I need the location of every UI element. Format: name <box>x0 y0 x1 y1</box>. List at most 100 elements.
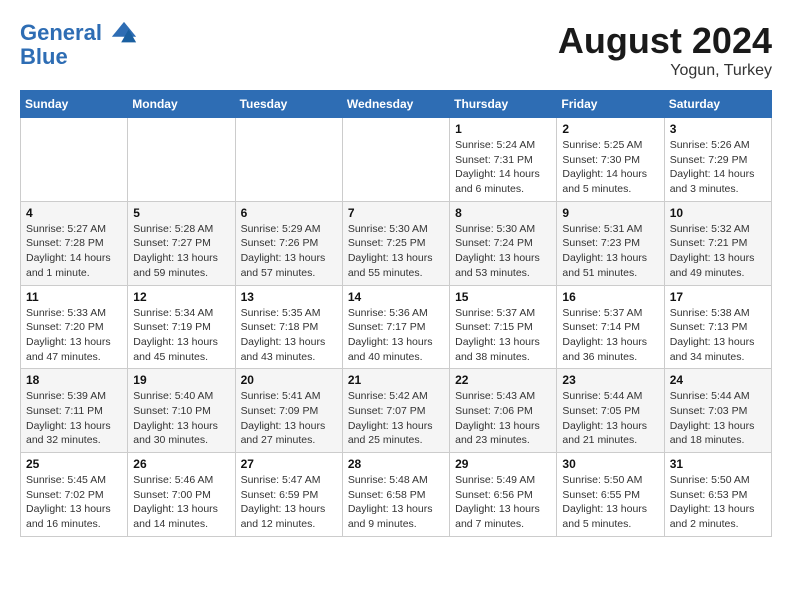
day-info: Sunrise: 5:41 AM Sunset: 7:09 PM Dayligh… <box>241 389 337 448</box>
weekday-header-tuesday: Tuesday <box>235 91 342 118</box>
day-info: Sunrise: 5:27 AM Sunset: 7:28 PM Dayligh… <box>26 222 122 281</box>
page-header: General Blue August 2024 Yogun, Turkey <box>20 20 772 80</box>
day-info: Sunrise: 5:44 AM Sunset: 7:03 PM Dayligh… <box>670 389 766 448</box>
calendar-cell: 20 Sunrise: 5:41 AM Sunset: 7:09 PM Dayli… <box>235 369 342 453</box>
day-info: Sunrise: 5:32 AM Sunset: 7:21 PM Dayligh… <box>670 222 766 281</box>
calendar-cell: 18 Sunrise: 5:39 AM Sunset: 7:11 PM Dayli… <box>21 369 128 453</box>
weekday-header-wednesday: Wednesday <box>342 91 449 118</box>
calendar-cell: 14 Sunrise: 5:36 AM Sunset: 7:17 PM Dayli… <box>342 285 449 369</box>
calendar-cell: 2 Sunrise: 5:25 AM Sunset: 7:30 PM Daylig… <box>557 118 664 202</box>
day-info: Sunrise: 5:24 AM Sunset: 7:31 PM Dayligh… <box>455 138 551 197</box>
month-title: August 2024 <box>558 20 772 62</box>
day-info: Sunrise: 5:42 AM Sunset: 7:07 PM Dayligh… <box>348 389 444 448</box>
day-info: Sunrise: 5:45 AM Sunset: 7:02 PM Dayligh… <box>26 473 122 532</box>
day-info: Sunrise: 5:29 AM Sunset: 7:26 PM Dayligh… <box>241 222 337 281</box>
day-number: 20 <box>241 373 337 387</box>
calendar-cell <box>128 118 235 202</box>
weekday-header-sunday: Sunday <box>21 91 128 118</box>
day-number: 19 <box>133 373 229 387</box>
day-info: Sunrise: 5:40 AM Sunset: 7:10 PM Dayligh… <box>133 389 229 448</box>
calendar-table: SundayMondayTuesdayWednesdayThursdayFrid… <box>20 90 772 537</box>
day-info: Sunrise: 5:44 AM Sunset: 7:05 PM Dayligh… <box>562 389 658 448</box>
calendar-cell: 22 Sunrise: 5:43 AM Sunset: 7:06 PM Dayli… <box>450 369 557 453</box>
calendar-cell: 24Sunrise: 5:44 AM Sunset: 7:03 PM Dayli… <box>664 369 771 453</box>
day-info: Sunrise: 5:48 AM Sunset: 6:58 PM Dayligh… <box>348 473 444 532</box>
day-info: Sunrise: 5:31 AM Sunset: 7:23 PM Dayligh… <box>562 222 658 281</box>
calendar-cell: 29 Sunrise: 5:49 AM Sunset: 6:56 PM Dayli… <box>450 453 557 537</box>
calendar-cell: 26 Sunrise: 5:46 AM Sunset: 7:00 PM Dayli… <box>128 453 235 537</box>
calendar-cell: 10 Sunrise: 5:32 AM Sunset: 7:21 PM Dayli… <box>664 201 771 285</box>
day-number: 12 <box>133 290 229 304</box>
day-info: Sunrise: 5:50 AM Sunset: 6:53 PM Dayligh… <box>670 473 766 532</box>
day-number: 9 <box>562 206 658 220</box>
calendar-cell: 23 Sunrise: 5:44 AM Sunset: 7:05 PM Dayli… <box>557 369 664 453</box>
day-info: Sunrise: 5:26 AM Sunset: 7:29 PM Dayligh… <box>670 138 766 197</box>
day-info: Sunrise: 5:43 AM Sunset: 7:06 PM Dayligh… <box>455 389 551 448</box>
day-info: Sunrise: 5:37 AM Sunset: 7:15 PM Dayligh… <box>455 306 551 365</box>
day-number: 10 <box>670 206 766 220</box>
day-number: 2 <box>562 122 658 136</box>
calendar-cell: 21 Sunrise: 5:42 AM Sunset: 7:07 PM Dayli… <box>342 369 449 453</box>
day-info: Sunrise: 5:39 AM Sunset: 7:11 PM Dayligh… <box>26 389 122 448</box>
day-info: Sunrise: 5:30 AM Sunset: 7:24 PM Dayligh… <box>455 222 551 281</box>
weekday-header-saturday: Saturday <box>664 91 771 118</box>
calendar-cell: 30 Sunrise: 5:50 AM Sunset: 6:55 PM Dayli… <box>557 453 664 537</box>
day-number: 1 <box>455 122 551 136</box>
weekday-header-friday: Friday <box>557 91 664 118</box>
weekday-header-monday: Monday <box>128 91 235 118</box>
calendar-cell: 5Sunrise: 5:28 AM Sunset: 7:27 PM Daylig… <box>128 201 235 285</box>
calendar-cell: 11 Sunrise: 5:33 AM Sunset: 7:20 PM Dayli… <box>21 285 128 369</box>
calendar-cell: 25 Sunrise: 5:45 AM Sunset: 7:02 PM Dayli… <box>21 453 128 537</box>
calendar-cell: 9 Sunrise: 5:31 AM Sunset: 7:23 PM Daylig… <box>557 201 664 285</box>
calendar-cell: 27Sunrise: 5:47 AM Sunset: 6:59 PM Dayli… <box>235 453 342 537</box>
day-number: 25 <box>26 457 122 471</box>
day-number: 3 <box>670 122 766 136</box>
day-number: 22 <box>455 373 551 387</box>
calendar-cell: 7 Sunrise: 5:30 AM Sunset: 7:25 PM Daylig… <box>342 201 449 285</box>
day-number: 6 <box>241 206 337 220</box>
day-number: 28 <box>348 457 444 471</box>
day-number: 23 <box>562 373 658 387</box>
calendar-cell: 17 Sunrise: 5:38 AM Sunset: 7:13 PM Dayli… <box>664 285 771 369</box>
calendar-cell: 13 Sunrise: 5:35 AM Sunset: 7:18 PM Dayli… <box>235 285 342 369</box>
day-info: Sunrise: 5:49 AM Sunset: 6:56 PM Dayligh… <box>455 473 551 532</box>
calendar-cell: 15Sunrise: 5:37 AM Sunset: 7:15 PM Dayli… <box>450 285 557 369</box>
day-number: 14 <box>348 290 444 304</box>
day-number: 31 <box>670 457 766 471</box>
calendar-cell: 19 Sunrise: 5:40 AM Sunset: 7:10 PM Dayli… <box>128 369 235 453</box>
day-number: 17 <box>670 290 766 304</box>
calendar-cell: 28 Sunrise: 5:48 AM Sunset: 6:58 PM Dayli… <box>342 453 449 537</box>
calendar-cell: 6 Sunrise: 5:29 AM Sunset: 7:26 PM Daylig… <box>235 201 342 285</box>
calendar-cell: 12Sunrise: 5:34 AM Sunset: 7:19 PM Dayli… <box>128 285 235 369</box>
calendar-cell: 1 Sunrise: 5:24 AM Sunset: 7:31 PM Daylig… <box>450 118 557 202</box>
day-number: 26 <box>133 457 229 471</box>
day-info: Sunrise: 5:33 AM Sunset: 7:20 PM Dayligh… <box>26 306 122 365</box>
day-number: 8 <box>455 206 551 220</box>
day-info: Sunrise: 5:47 AM Sunset: 6:59 PM Dayligh… <box>241 473 337 532</box>
calendar-cell <box>342 118 449 202</box>
title-block: August 2024 Yogun, Turkey <box>558 20 772 80</box>
day-number: 5 <box>133 206 229 220</box>
calendar-cell <box>21 118 128 202</box>
day-info: Sunrise: 5:30 AM Sunset: 7:25 PM Dayligh… <box>348 222 444 281</box>
day-number: 16 <box>562 290 658 304</box>
day-info: Sunrise: 5:25 AM Sunset: 7:30 PM Dayligh… <box>562 138 658 197</box>
day-number: 11 <box>26 290 122 304</box>
location-subtitle: Yogun, Turkey <box>558 62 772 80</box>
day-number: 18 <box>26 373 122 387</box>
day-number: 4 <box>26 206 122 220</box>
logo: General Blue <box>20 20 138 70</box>
day-number: 13 <box>241 290 337 304</box>
day-number: 30 <box>562 457 658 471</box>
day-info: Sunrise: 5:50 AM Sunset: 6:55 PM Dayligh… <box>562 473 658 532</box>
weekday-header-thursday: Thursday <box>450 91 557 118</box>
calendar-cell: 8 Sunrise: 5:30 AM Sunset: 7:24 PM Daylig… <box>450 201 557 285</box>
day-info: Sunrise: 5:36 AM Sunset: 7:17 PM Dayligh… <box>348 306 444 365</box>
day-number: 29 <box>455 457 551 471</box>
day-info: Sunrise: 5:38 AM Sunset: 7:13 PM Dayligh… <box>670 306 766 365</box>
day-info: Sunrise: 5:46 AM Sunset: 7:00 PM Dayligh… <box>133 473 229 532</box>
day-number: 21 <box>348 373 444 387</box>
day-number: 7 <box>348 206 444 220</box>
day-info: Sunrise: 5:35 AM Sunset: 7:18 PM Dayligh… <box>241 306 337 365</box>
calendar-cell: 31 Sunrise: 5:50 AM Sunset: 6:53 PM Dayli… <box>664 453 771 537</box>
